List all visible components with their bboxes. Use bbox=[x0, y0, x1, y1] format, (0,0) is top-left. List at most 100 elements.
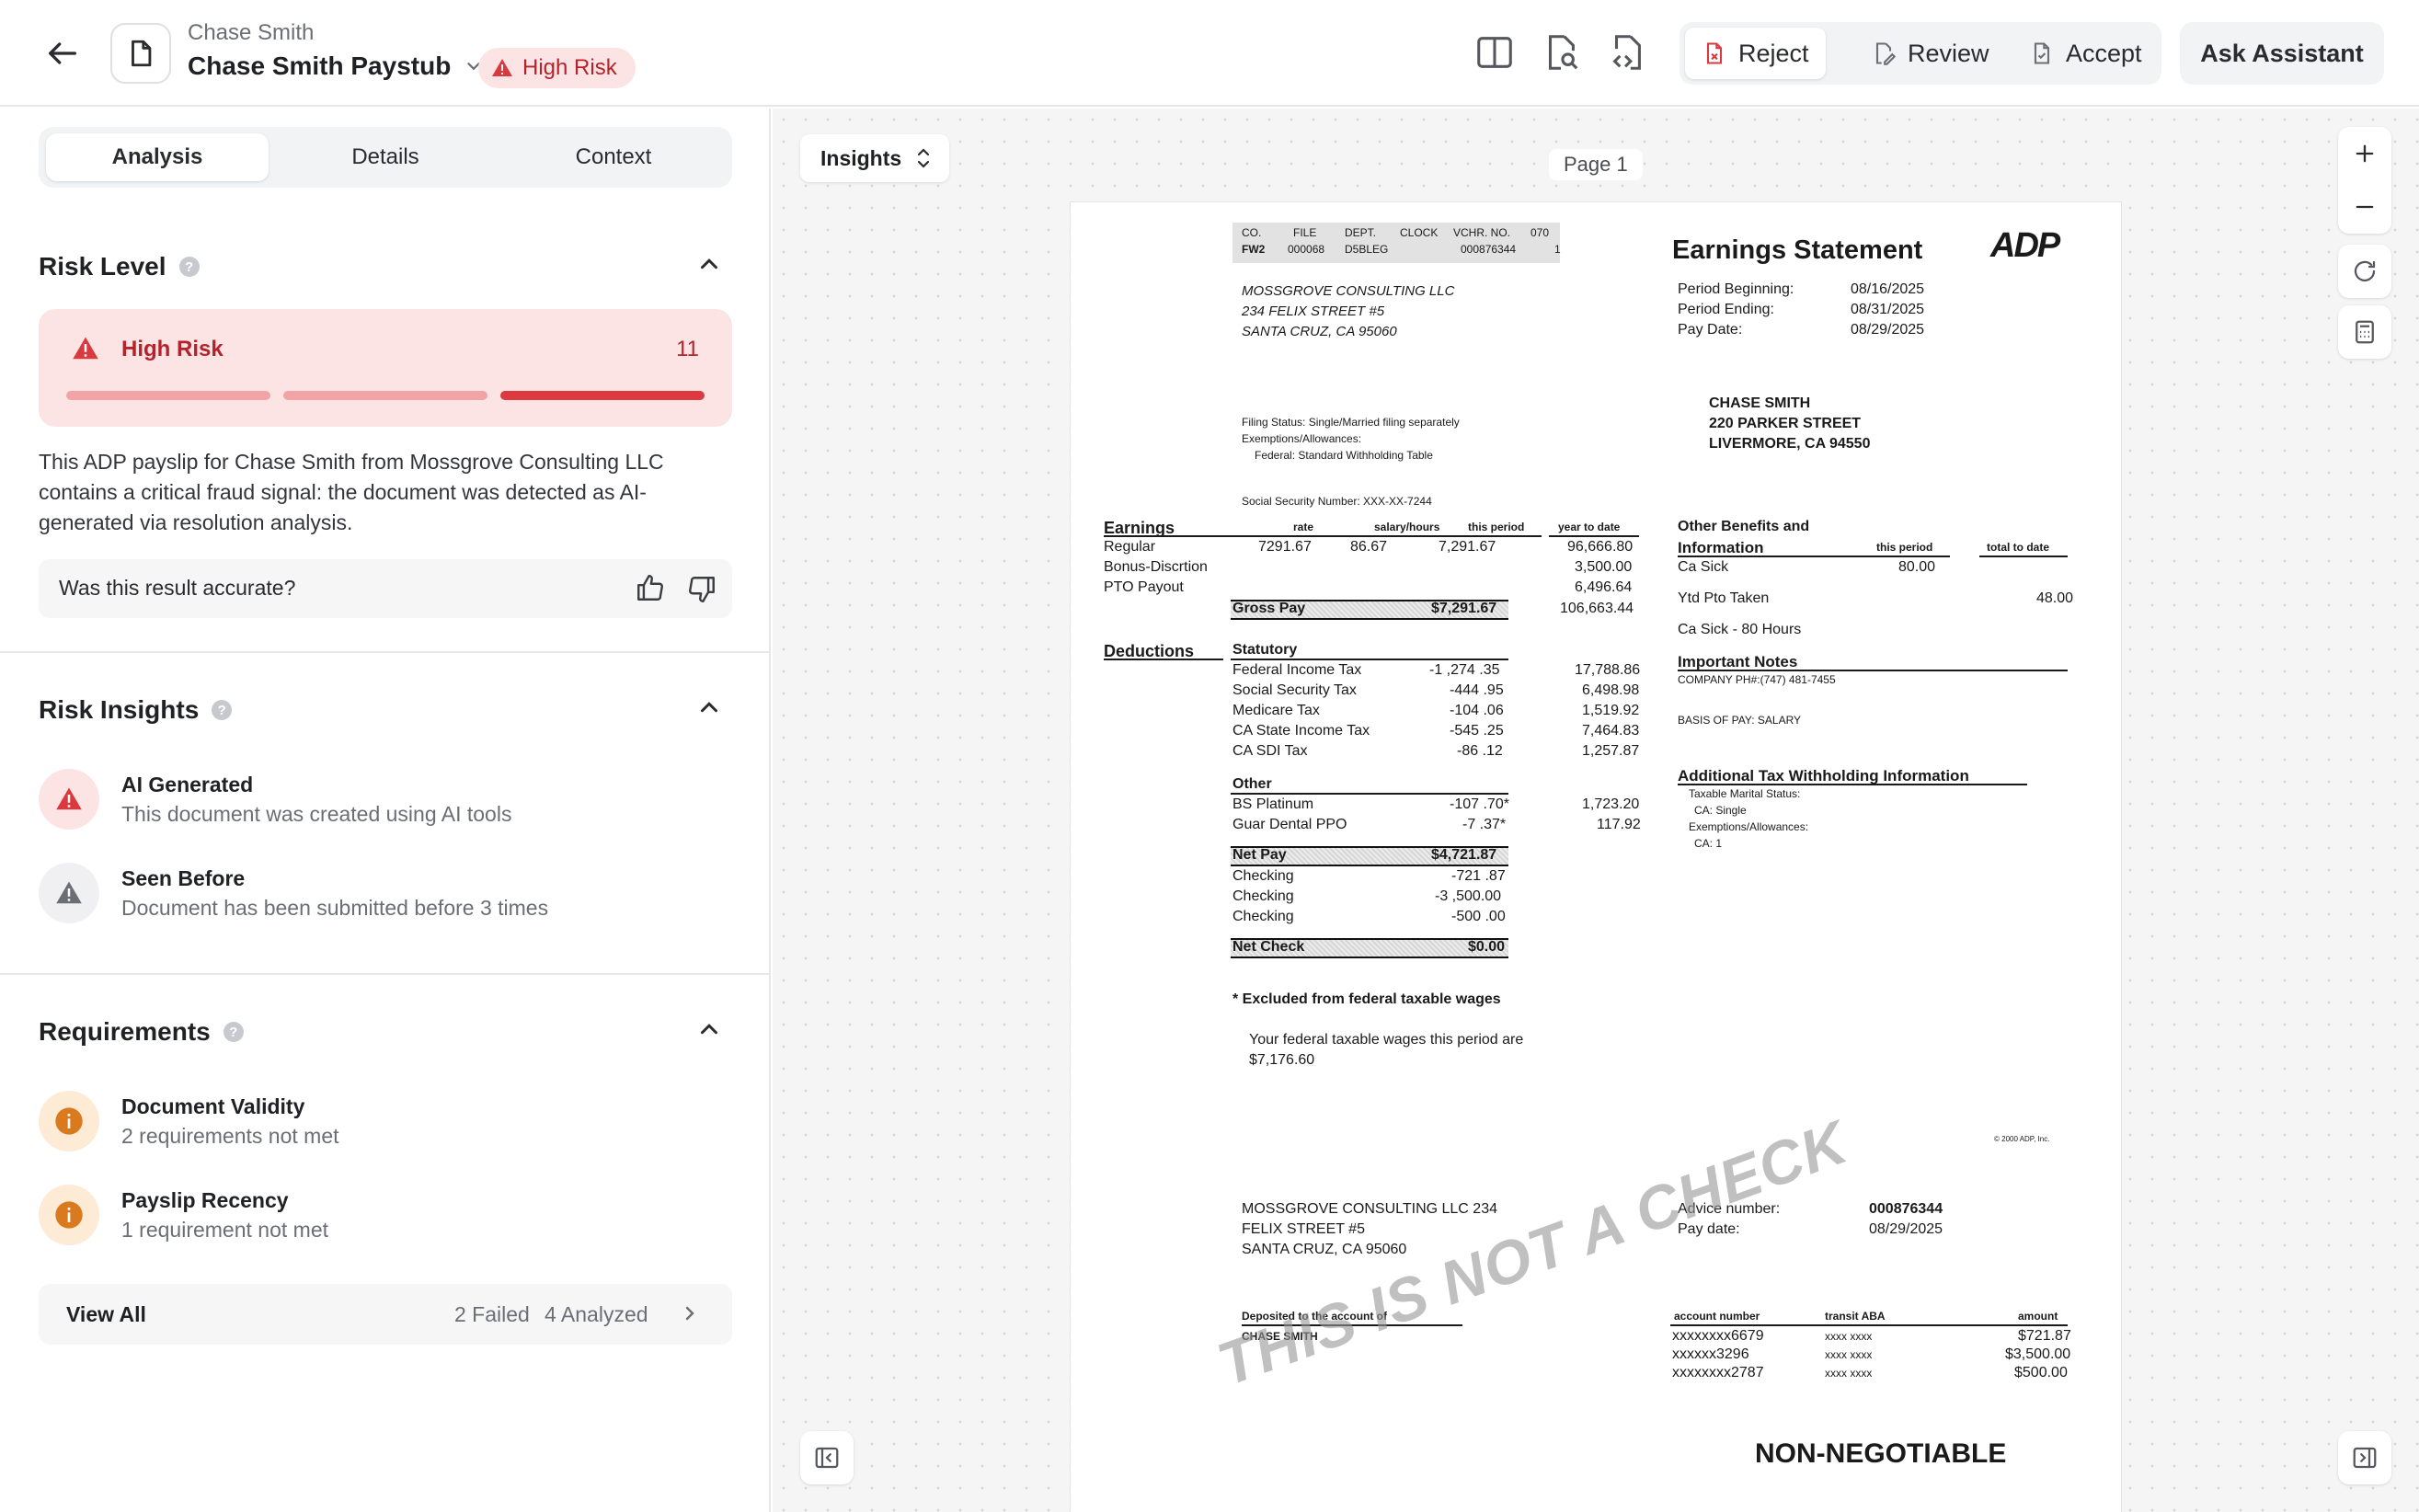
back-arrow-icon[interactable] bbox=[44, 35, 81, 72]
rotate-icon[interactable] bbox=[2338, 245, 2391, 298]
risk-insights-heading: Risk Insights ? bbox=[39, 695, 233, 725]
review-button[interactable]: Review bbox=[1854, 28, 2006, 79]
this-period-header: this period bbox=[1468, 521, 1525, 533]
exemptions-label: Exemptions/Allowances: bbox=[1242, 432, 1362, 445]
deposit-transit: xxxx xxxx bbox=[1825, 1330, 1873, 1343]
deductions-rule bbox=[1104, 659, 1223, 660]
requirement-description: 1 requirement not met bbox=[121, 1218, 329, 1242]
code-value-vchr: 000876344 bbox=[1461, 243, 1517, 256]
other-rule bbox=[1231, 793, 1508, 795]
period-end-label: Period Ending: bbox=[1678, 302, 1774, 317]
non-negotiable-label: NON-NEGOTIABLE bbox=[1755, 1438, 2007, 1469]
deduction-period: -1 ,274 .35 bbox=[1429, 662, 1500, 678]
reject-button[interactable]: Reject bbox=[1685, 28, 1826, 79]
code-header-vchr: VCHR. NO. bbox=[1453, 226, 1511, 239]
tab-context[interactable]: Context bbox=[502, 133, 725, 181]
help-icon[interactable]: ? bbox=[223, 1022, 244, 1042]
code-header-clock: CLOCK bbox=[1400, 226, 1439, 239]
statutory-heading: Statutory bbox=[1232, 642, 1298, 658]
benefits-rule bbox=[1678, 556, 1950, 557]
company-name: MOSSGROVE CONSULTING LLC bbox=[1242, 283, 1455, 299]
insight-title: Seen Before bbox=[121, 866, 246, 890]
view-all-label: View All bbox=[66, 1302, 146, 1326]
deduction-ytd: 7,464.83 bbox=[1582, 723, 1640, 739]
excluded-note: * Excluded from federal taxable wages bbox=[1232, 991, 1501, 1007]
tab-details[interactable]: Details bbox=[274, 133, 497, 181]
thumbs-up-icon[interactable] bbox=[635, 572, 666, 608]
deposit-account: xxxxxxxx6679 bbox=[1672, 1328, 1764, 1344]
taxable-wages-value: $7,176.60 bbox=[1249, 1052, 1315, 1068]
collapse-left-panel-icon[interactable] bbox=[800, 1431, 854, 1484]
document-code-icon[interactable] bbox=[1606, 31, 1648, 78]
federal-withholding: Federal: Standard Withholding Table bbox=[1255, 449, 1433, 462]
code-value-seq: 1 bbox=[1554, 243, 1561, 256]
thumbs-down-icon[interactable] bbox=[686, 574, 717, 610]
expand-right-panel-icon[interactable] bbox=[2338, 1431, 2391, 1484]
seen-before-warning-icon bbox=[39, 863, 99, 923]
zoom-controls bbox=[2338, 127, 2391, 234]
ytd-rule bbox=[1549, 535, 1639, 537]
earning-name: PTO Payout bbox=[1104, 579, 1184, 595]
deduction-ytd: 6,498.98 bbox=[1582, 682, 1640, 698]
deduction-period: -545 .25 bbox=[1450, 723, 1504, 739]
employee-name: CHASE SMITH bbox=[1709, 395, 1811, 411]
payslip-recency-info-icon bbox=[39, 1185, 99, 1245]
page-indicator: Page 1 bbox=[1549, 149, 1643, 180]
decision-button-group: Reject Review Accept bbox=[1680, 22, 2161, 85]
review-label: Review bbox=[1908, 39, 1989, 67]
requirements-heading: Requirements ? bbox=[39, 1017, 244, 1047]
earnings-statement-title: Earnings Statement bbox=[1672, 235, 1923, 265]
checking-label: Checking bbox=[1232, 909, 1294, 924]
chevron-up-icon[interactable] bbox=[695, 1015, 723, 1043]
code-header-dept: DEPT. bbox=[1345, 226, 1377, 239]
benefits-period-header: this period bbox=[1876, 541, 1933, 554]
code-value-file: 000068 bbox=[1288, 243, 1325, 256]
zoom-in-icon[interactable] bbox=[2338, 127, 2391, 180]
earning-ytd: 96,666.80 bbox=[1567, 539, 1634, 555]
requirement-title: Payslip Recency bbox=[121, 1188, 289, 1212]
company-city: SANTA CRUZ, CA 95060 bbox=[1242, 324, 1397, 339]
risk-summary: This ADP payslip for Chase Smith from Mo… bbox=[39, 450, 664, 534]
ask-assistant-button[interactable]: Ask Assistant bbox=[2180, 22, 2384, 85]
tab-analysis[interactable]: Analysis bbox=[46, 133, 269, 181]
document-viewer: Insights Page 1 CO. FILE DEPT. CLOCK VCH… bbox=[773, 109, 2419, 1512]
benefit-name: Ytd Pto Taken bbox=[1678, 590, 1770, 606]
earning-period: 7,291.67 bbox=[1439, 539, 1496, 555]
benefit-name: Ca Sick - 80 Hours bbox=[1678, 622, 1802, 637]
chevron-up-icon[interactable] bbox=[695, 250, 723, 278]
document-validity-info-icon bbox=[39, 1091, 99, 1151]
help-icon[interactable]: ? bbox=[178, 257, 200, 277]
risk-score: 11 bbox=[676, 337, 699, 361]
insights-select[interactable]: Insights bbox=[800, 134, 949, 182]
additional-tax-line: CA: 1 bbox=[1694, 837, 1723, 850]
advice-date: 08/29/2025 bbox=[1869, 1221, 1943, 1237]
deduction-ytd: 1,519.92 bbox=[1582, 703, 1640, 718]
document-search-icon[interactable] bbox=[1540, 31, 1582, 78]
period-begin-label: Period Beginning: bbox=[1678, 281, 1794, 297]
requirement-title: Document Validity bbox=[121, 1094, 305, 1118]
earning-name: Regular bbox=[1104, 539, 1156, 555]
social-security-number: Social Security Number: XXX-XX-7244 bbox=[1242, 495, 1432, 508]
additional-tax-line: Exemptions/Allowances: bbox=[1689, 820, 1809, 833]
benefits-total-rule bbox=[1979, 556, 2068, 557]
split-view-icon[interactable] bbox=[1473, 31, 1516, 78]
benefits-heading: Other Benefits and bbox=[1678, 519, 1810, 534]
chevron-up-icon[interactable] bbox=[695, 693, 723, 721]
deduction-name: CA State Income Tax bbox=[1232, 723, 1370, 739]
calculator-icon[interactable] bbox=[2338, 305, 2391, 359]
account-number-header: account number bbox=[1674, 1310, 1760, 1323]
help-icon[interactable]: ? bbox=[212, 700, 233, 720]
employee-city: LIVERMORE, CA 94550 bbox=[1709, 436, 1871, 452]
zoom-out-icon[interactable] bbox=[2338, 180, 2391, 234]
deposit-transit: xxxx xxxx bbox=[1825, 1348, 1873, 1361]
other-deduction-name: Guar Dental PPO bbox=[1232, 817, 1347, 832]
net-pay-label: Net Pay bbox=[1232, 847, 1287, 863]
checking-value: -500 .00 bbox=[1451, 909, 1506, 924]
deduction-period: -104 .06 bbox=[1450, 703, 1504, 718]
advice-city: SANTA CRUZ, CA 95060 bbox=[1242, 1242, 1407, 1257]
earning-rate: 7291.67 bbox=[1258, 539, 1312, 555]
accept-button[interactable]: Accept bbox=[2012, 28, 2159, 79]
deduction-ytd: 17,788.86 bbox=[1575, 662, 1641, 678]
view-all-button[interactable]: View All 2 Failed 4 Analyzed bbox=[39, 1284, 732, 1345]
document-title-dropdown[interactable]: Chase Smith Paystub bbox=[188, 52, 484, 81]
